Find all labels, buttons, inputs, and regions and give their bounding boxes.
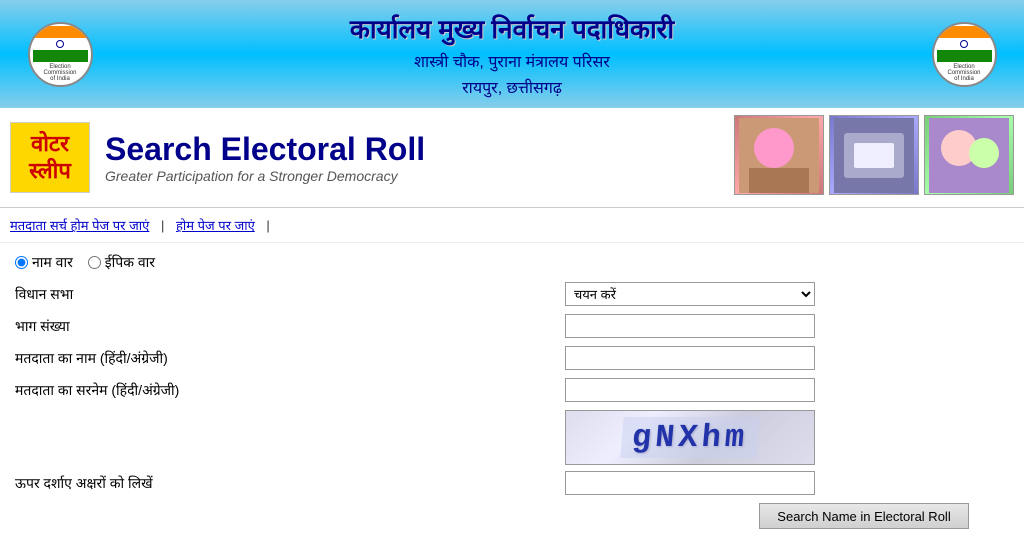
radio-naam-text: नाम वार	[32, 253, 73, 272]
nav-link-home[interactable]: होम पेज पर जाएं	[176, 218, 255, 233]
captcha-image-box: gNXhm	[565, 410, 815, 465]
form-row-surname: मतदाता का सरनेम (हिंदी/अंग्रेजी)	[15, 378, 1009, 402]
banner-subtitle: Greater Participation for a Stronger Dem…	[105, 168, 734, 184]
voter-slip-badge: वोटर स्लीप	[10, 122, 90, 193]
label-bhaag: भाग संख्या	[15, 317, 565, 336]
header-title-line2: शास्त्री चौक, पुराना मंत्रालय परिसर	[100, 50, 924, 72]
ec-logo-left: ElectionCommissionof India	[28, 22, 93, 87]
banner-image-3	[924, 115, 1014, 195]
banner-images	[734, 115, 1014, 200]
captcha-control	[565, 471, 815, 495]
ec-logo-right: ElectionCommissionof India	[932, 22, 997, 87]
form-row-captcha: ऊपर दर्शाए अक्षरों को लिखें	[15, 471, 1009, 495]
header: ElectionCommissionof India कार्यालय मुख्…	[0, 0, 1024, 108]
form-row-bhaag: भाग संख्या	[15, 314, 1009, 338]
bhaag-input[interactable]	[565, 314, 815, 338]
submit-row: Search Name in Electoral Roll	[15, 503, 1009, 529]
radio-row: नाम वार ईपिक वार	[15, 253, 1009, 272]
banner: वोटर स्लीप Search Electoral Roll Greater…	[0, 108, 1024, 208]
submit-button[interactable]: Search Name in Electoral Roll	[759, 503, 969, 529]
bhaag-control	[565, 314, 815, 338]
label-captcha: ऊपर दर्शाए अक्षरों को लिखें	[15, 474, 565, 493]
label-vidhan: विधान सभा	[15, 285, 565, 304]
nav-separator-1: |	[161, 218, 164, 233]
banner-image-1	[734, 115, 824, 195]
nav-links: मतदाता सर्च होम पेज पर जाएं | होम पेज पर…	[0, 208, 1024, 243]
logo-right: ElectionCommissionof India	[924, 22, 1004, 87]
banner-image-2	[829, 115, 919, 195]
submit-wrapper: Search Name in Electoral Roll	[759, 503, 1009, 529]
banner-center: Search Electoral Roll Greater Participat…	[105, 131, 734, 184]
radio-naam-label[interactable]: नाम वार	[15, 253, 73, 272]
form-area: नाम वार ईपिक वार विधान सभा चयन करें भाग …	[0, 243, 1024, 539]
logo-left: ElectionCommissionof India	[20, 22, 100, 87]
form-row-naam: मतदाता का नाम (हिंदी/अंग्रेजी)	[15, 346, 1009, 370]
naam-input[interactable]	[565, 346, 815, 370]
vidhan-select[interactable]: चयन करें	[565, 282, 815, 306]
header-text: कार्यालय मुख्य निर्वाचन पदाधिकारी शास्त्…	[100, 10, 924, 98]
label-surname: मतदाता का सरनेम (हिंदी/अंग्रेजी)	[15, 381, 565, 400]
nav-separator-2: |	[266, 218, 269, 233]
captcha-input[interactable]	[565, 471, 815, 495]
form-row-vidhan: विधान सभा चयन करें	[15, 282, 1009, 306]
radio-epic[interactable]	[88, 256, 101, 269]
nav-link-search-home[interactable]: मतदाता सर्च होम पेज पर जाएं	[10, 218, 149, 233]
naam-control	[565, 346, 815, 370]
vidhan-control: चयन करें	[565, 282, 815, 306]
label-naam: मतदाता का नाम (हिंदी/अंग्रेजी)	[15, 349, 565, 368]
surname-control	[565, 378, 815, 402]
radio-epic-label[interactable]: ईपिक वार	[88, 253, 155, 272]
captcha-text: gNXhm	[620, 417, 760, 458]
header-title-line3: रायपुर, छत्तीसगढ़	[100, 76, 924, 98]
header-title-line1: कार्यालय मुख्य निर्वाचन पदाधिकारी	[100, 10, 924, 46]
surname-input[interactable]	[565, 378, 815, 402]
radio-epic-text: ईपिक वार	[105, 253, 155, 272]
banner-title: Search Electoral Roll	[105, 131, 734, 168]
radio-naam[interactable]	[15, 256, 28, 269]
